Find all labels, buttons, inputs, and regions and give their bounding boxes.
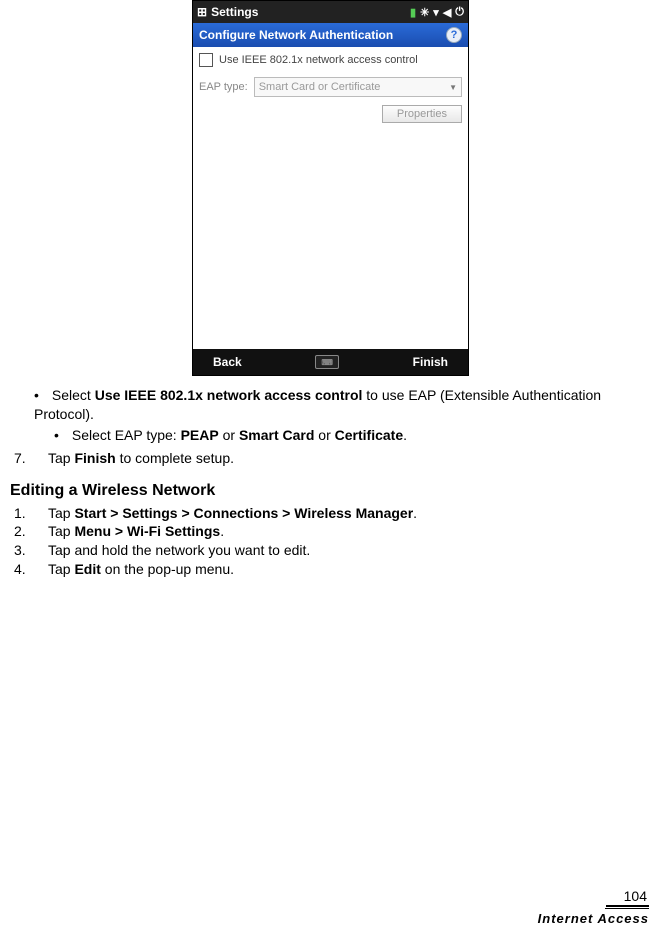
- title-bar: Configure Network Authentication ?: [193, 23, 468, 47]
- text-bold: Edit: [74, 561, 100, 577]
- phone-screenshot: ⊞ Settings ▮ ✳ ▾ ◀ ⏻ Configure Network A…: [192, 0, 469, 376]
- status-bar: ⊞ Settings ▮ ✳ ▾ ◀ ⏻: [193, 1, 468, 23]
- text: to complete setup.: [116, 450, 234, 466]
- chevron-down-icon: ▼: [449, 83, 457, 92]
- checkbox-row[interactable]: Use IEEE 802.1x network access control: [199, 53, 462, 67]
- bullet-list: • Select Use IEEE 802.1x network access …: [34, 386, 651, 445]
- section-heading: Editing a Wireless Network: [10, 482, 651, 500]
- text: Tap and hold the network you want to edi…: [48, 542, 310, 558]
- text: Select: [52, 387, 95, 403]
- text: Tap: [48, 450, 74, 466]
- list-item: 2. Tap Menu > Wi-Fi Settings.: [14, 522, 651, 541]
- text: or: [219, 427, 239, 443]
- checkbox-label: Use IEEE 802.1x network access control: [219, 54, 418, 66]
- text-bold: PEAP: [181, 427, 219, 443]
- text: Tap: [48, 561, 74, 577]
- checkbox[interactable]: [199, 53, 213, 67]
- help-icon[interactable]: ?: [446, 27, 462, 43]
- text-bold: Smart Card: [239, 427, 314, 443]
- list-item: 7. Tap Finish to complete setup.: [14, 449, 651, 468]
- text-bold: Start > Settings > Connections > Wireles…: [74, 505, 413, 521]
- text: Tap: [48, 505, 74, 521]
- step-number: 1.: [14, 504, 30, 523]
- list-item: • Select Use IEEE 802.1x network access …: [34, 386, 651, 445]
- step-number: 4.: [14, 560, 30, 579]
- battery-icon: ▮: [410, 6, 416, 19]
- step-number: 7.: [14, 449, 30, 468]
- eap-type-value: Smart Card or Certificate: [259, 81, 381, 93]
- power-icon: ⏻: [455, 6, 464, 19]
- titlebar-text: Configure Network Authentication: [199, 28, 393, 42]
- sync-icon: ✳: [420, 6, 429, 19]
- windows-flag-icon: ⊞: [197, 5, 207, 19]
- eap-row: EAP type: Smart Card or Certificate ▼: [199, 77, 462, 97]
- step-number: 3.: [14, 541, 30, 560]
- text: on the pop-up menu.: [101, 561, 234, 577]
- list-item: 1. Tap Start > Settings > Connections > W…: [14, 504, 651, 523]
- keyboard-icon[interactable]: ⌨: [315, 355, 339, 369]
- page-number: 104: [606, 888, 649, 907]
- list-item: • Select EAP type: PEAP or Smart Card or…: [54, 426, 651, 445]
- text-bold: Use IEEE 802.1x network access control: [95, 387, 363, 403]
- text: or: [314, 427, 334, 443]
- text-bold: Certificate: [335, 427, 403, 443]
- text-bold: Menu > Wi-Fi Settings: [74, 523, 220, 539]
- signal-icon: ▾: [433, 6, 439, 19]
- finish-button[interactable]: Finish: [413, 355, 448, 369]
- eap-type-dropdown[interactable]: Smart Card or Certificate ▼: [254, 77, 462, 97]
- footer-section-label: Internet Access: [538, 911, 649, 926]
- text: .: [220, 523, 224, 539]
- text: Select EAP type:: [72, 427, 181, 443]
- text: .: [403, 427, 407, 443]
- step-number: 2.: [14, 522, 30, 541]
- ordered-list: 1. Tap Start > Settings > Connections > W…: [14, 504, 651, 580]
- page-footer: 104 Internet Access: [538, 888, 649, 926]
- back-button[interactable]: Back: [213, 355, 242, 369]
- list-item: 4. Tap Edit on the pop-up menu.: [14, 560, 651, 579]
- properties-button[interactable]: Properties: [382, 105, 462, 123]
- volume-icon: ◀: [443, 6, 451, 19]
- list-item: 3. Tap and hold the network you want to e…: [14, 541, 651, 560]
- text: .: [413, 505, 417, 521]
- text: Tap: [48, 523, 74, 539]
- eap-type-label: EAP type:: [199, 81, 248, 93]
- bottom-bar: Back ⌨ Finish: [193, 349, 468, 375]
- statusbar-title: Settings: [211, 5, 406, 19]
- text-bold: Finish: [74, 450, 115, 466]
- phone-body: Use IEEE 802.1x network access control E…: [193, 47, 468, 349]
